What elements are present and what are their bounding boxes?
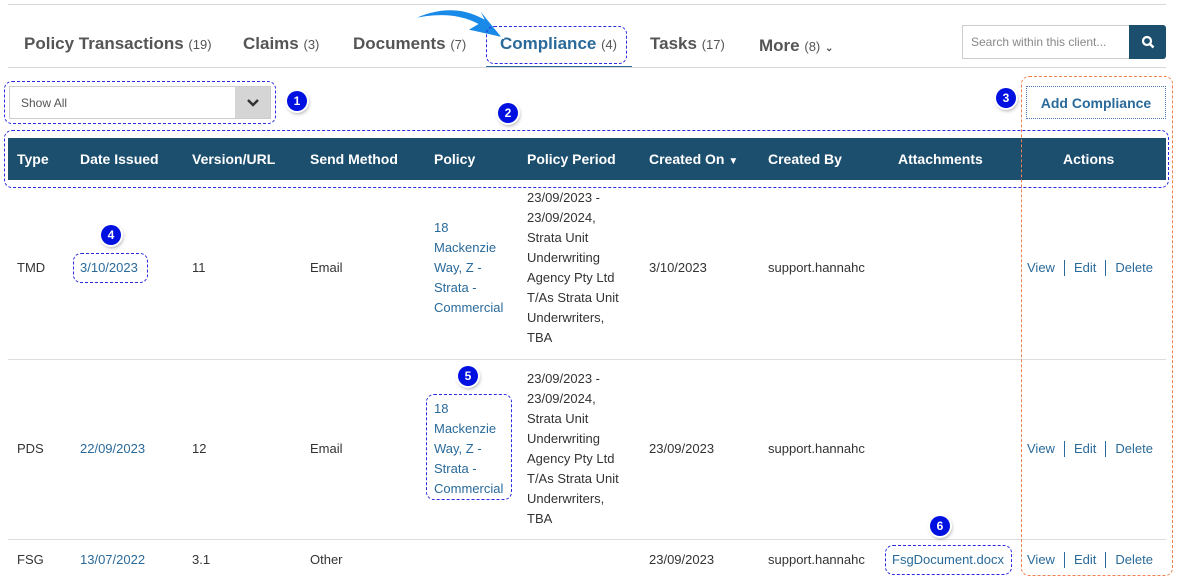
annotation-box <box>1021 76 1173 576</box>
policy-period-cell: Strata Unit <box>527 411 589 426</box>
annotation-number: 2 <box>498 103 518 123</box>
chevron-down-icon: ⌄ <box>824 43 834 54</box>
search-button[interactable] <box>1129 25 1166 59</box>
policy-period-cell: 23/09/2024, <box>527 391 596 406</box>
version-cell: 11 <box>192 260 206 275</box>
created-by-cell: support.hannahc <box>768 552 865 567</box>
date-issued-link[interactable]: 13/07/2022 <box>80 550 145 570</box>
policy-period-cell: Agency Pty Ltd <box>527 270 615 285</box>
annotation-number: 3 <box>996 88 1016 108</box>
policy-period-cell: T/As Strata Unit <box>527 290 619 305</box>
tab-claims[interactable]: Claims (3) <box>243 34 319 54</box>
annotation-number: 1 <box>287 91 307 111</box>
type-cell: PDS <box>17 441 44 456</box>
annotation-box <box>885 545 1012 575</box>
created-on-cell: 23/09/2023 <box>649 552 715 567</box>
policy-period-cell: TBA <box>527 511 553 526</box>
version-cell: 12 <box>192 441 207 456</box>
created-on-cell: 3/10/2023 <box>649 260 707 275</box>
top-divider <box>8 4 1166 5</box>
version-cell: 3.1 <box>192 552 211 567</box>
send-method-cell: Other <box>310 552 343 567</box>
tab-tasks[interactable]: Tasks (17) <box>650 34 725 54</box>
policy-period-cell: 23/09/2024, <box>527 210 596 225</box>
annotation-box <box>73 253 148 283</box>
send-method-cell: Email <box>310 260 343 275</box>
search-input[interactable]: Search within this client... <box>962 25 1130 59</box>
policy-period-cell: 23/09/2023 - <box>527 190 601 205</box>
type-cell: FSG <box>17 552 44 567</box>
policy-period-cell: Agency Pty Ltd <box>527 451 615 466</box>
date-issued-link[interactable]: 22/09/2023 <box>80 439 145 459</box>
policy-link[interactable]: 18 <box>434 218 448 238</box>
annotation-number: 5 <box>458 366 478 386</box>
policy-period-cell: Underwriting <box>527 431 600 446</box>
row-divider <box>8 539 1166 540</box>
annotation-box <box>486 26 627 64</box>
row-divider <box>8 359 1166 360</box>
annotation-number: 6 <box>930 516 950 536</box>
policy-period-cell: Underwriters, <box>527 491 605 506</box>
policy-period-cell: 23/09/2023 - <box>527 371 601 386</box>
annotation-box <box>426 394 512 500</box>
policy-period-cell: Underwriting <box>527 250 600 265</box>
created-by-cell: support.hannahc <box>768 441 865 456</box>
annotation-box <box>4 130 1169 188</box>
tab-divider <box>8 67 1166 68</box>
annotation-box <box>4 81 276 124</box>
policy-period-cell: Underwriters, <box>527 310 605 325</box>
created-by-cell: support.hannahc <box>768 260 865 275</box>
policy-link[interactable]: Commercial <box>434 298 503 318</box>
policy-period-cell: Strata Unit <box>527 230 589 245</box>
policy-link[interactable]: Way, Z - <box>434 258 482 278</box>
tab-more[interactable]: More (8) ⌄ <box>759 36 833 56</box>
policy-period-cell: TBA <box>527 330 553 345</box>
search-icon <box>1141 35 1154 49</box>
policy-link[interactable]: Mackenzie <box>434 238 496 258</box>
type-cell: TMD <box>17 260 46 275</box>
annotation-number: 4 <box>101 225 121 245</box>
tab-policy-transactions[interactable]: Policy Transactions (19) <box>24 34 212 54</box>
send-method-cell: Email <box>310 441 343 456</box>
policy-period-cell: T/As Strata Unit <box>527 471 619 486</box>
created-on-cell: 23/09/2023 <box>649 441 715 456</box>
policy-link[interactable]: Strata - <box>434 278 477 298</box>
